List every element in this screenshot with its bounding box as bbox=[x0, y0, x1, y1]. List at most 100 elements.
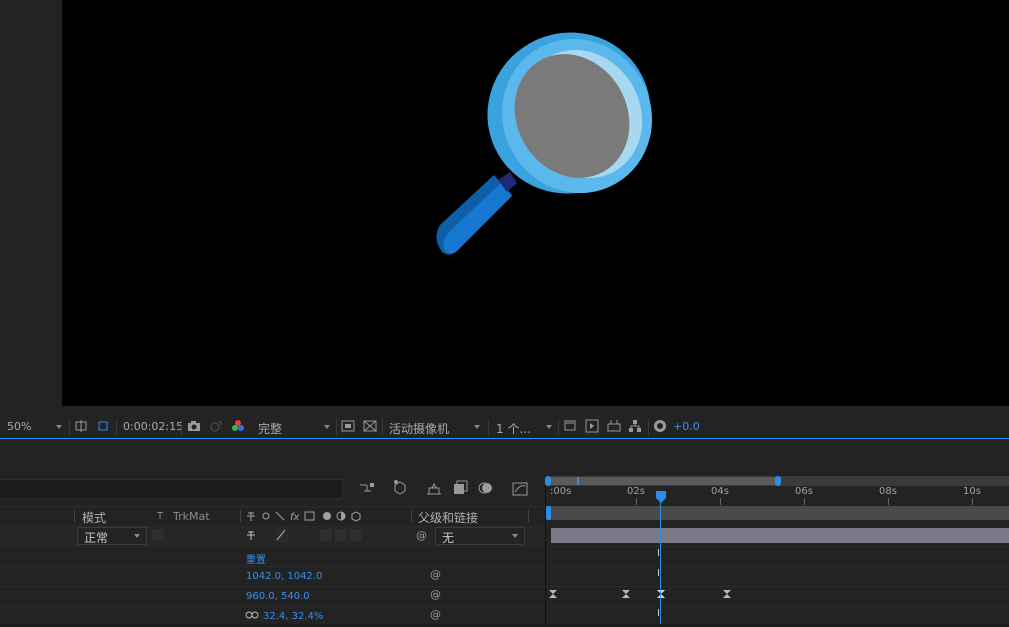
frame-blending-icon[interactable] bbox=[452, 480, 468, 496]
divider bbox=[116, 419, 117, 435]
ruler-tick bbox=[720, 498, 721, 505]
keyframe[interactable] bbox=[621, 589, 631, 599]
zoom-chevron-icon bbox=[56, 425, 62, 429]
time-navigator-range[interactable] bbox=[548, 477, 778, 485]
timeline-icon[interactable] bbox=[585, 419, 599, 433]
parent-value: 无 bbox=[442, 531, 455, 545]
toggle-transparency-grid-icon[interactable] bbox=[363, 419, 377, 433]
navigator-cti-marker bbox=[577, 477, 579, 485]
divider bbox=[546, 606, 1009, 607]
layer-duration-bar[interactable] bbox=[551, 528, 1009, 543]
resolution-chevron-icon bbox=[324, 425, 330, 429]
adjustment-switch[interactable] bbox=[320, 529, 332, 541]
quality-switch[interactable] bbox=[274, 528, 288, 542]
divider bbox=[336, 419, 337, 435]
position-value[interactable]: 960.0, 540.0 bbox=[246, 591, 310, 602]
blend-mode-dropdown[interactable]: 正常 bbox=[77, 527, 147, 545]
current-time-display[interactable]: 0:00:02:15 bbox=[123, 420, 183, 433]
resolution-dropdown[interactable]: 完整 bbox=[258, 420, 282, 437]
divider bbox=[240, 510, 241, 522]
t-column-header[interactable]: T bbox=[157, 511, 163, 522]
reset-exposure-icon[interactable] bbox=[653, 419, 667, 433]
quality-icon bbox=[276, 529, 286, 541]
constrain-proportions-icon[interactable] bbox=[245, 610, 259, 620]
ruler-tick bbox=[888, 498, 889, 505]
transform-group-row bbox=[0, 546, 545, 567]
time-navigator-start-handle[interactable] bbox=[545, 476, 551, 486]
comp-flowchart-icon[interactable] bbox=[607, 419, 621, 433]
fast-previews-icon[interactable] bbox=[341, 419, 355, 433]
ruler-label: 10s bbox=[963, 486, 981, 497]
current-time-indicator-line bbox=[660, 497, 661, 624]
parent-link-column-header[interactable]: 父级和链接 bbox=[418, 509, 478, 526]
divider bbox=[546, 586, 1009, 587]
view-layout-dropdown[interactable]: 1 个... bbox=[496, 420, 531, 437]
chevron-down-icon bbox=[512, 534, 518, 538]
viewer-bottom-bar bbox=[0, 406, 1009, 416]
adjustment-switch[interactable] bbox=[335, 529, 347, 541]
keyframe[interactable] bbox=[656, 589, 666, 599]
snapshot-icon[interactable] bbox=[187, 419, 201, 433]
time-ruler[interactable] bbox=[546, 486, 1009, 506]
threed-switch[interactable] bbox=[350, 529, 362, 541]
show-snapshot-icon[interactable] bbox=[209, 419, 223, 433]
ruler-label: :00s bbox=[550, 486, 572, 497]
preserve-transparency-checkbox[interactable] bbox=[152, 529, 164, 540]
keyframe[interactable] bbox=[722, 589, 732, 599]
viewer-side-gutter bbox=[0, 0, 62, 406]
zoom-dropdown[interactable]: 50% bbox=[7, 420, 31, 433]
composition-mini-flowchart-icon[interactable] bbox=[359, 481, 375, 495]
motion-blur-icon[interactable] bbox=[478, 480, 494, 496]
shy-switch-icon[interactable] bbox=[245, 529, 257, 541]
mode-column-header[interactable]: 模式 bbox=[82, 509, 106, 526]
pixel-aspect-icon[interactable] bbox=[563, 419, 577, 433]
work-area-bar[interactable] bbox=[548, 506, 1009, 520]
flowchart-icon[interactable] bbox=[628, 419, 642, 433]
panel-gap bbox=[0, 439, 1009, 477]
viewer-toolbar: 50% 0:00:02:15 完整 活动摄像机 1 个... +0.0 bbox=[0, 416, 1009, 439]
time-navigator-end-handle[interactable] bbox=[775, 476, 781, 486]
color-channel-icon[interactable] bbox=[231, 419, 245, 433]
hide-shy-layers-icon[interactable] bbox=[425, 480, 443, 496]
draft-3d-icon[interactable] bbox=[391, 479, 409, 495]
scale-value[interactable]: 32.4, 32.4% bbox=[263, 611, 323, 622]
divider bbox=[648, 419, 649, 435]
graph-editor-icon[interactable] bbox=[512, 480, 528, 496]
keyframe[interactable] bbox=[548, 589, 558, 599]
composition-viewer[interactable] bbox=[62, 0, 1009, 406]
magnifier-handle bbox=[436, 172, 517, 255]
divider bbox=[411, 510, 412, 522]
divider bbox=[546, 566, 1009, 567]
pick-whip-icon[interactable]: @ bbox=[430, 608, 441, 621]
anchor-point-value[interactable]: 1042.0, 1042.0 bbox=[246, 571, 322, 582]
current-time-indicator-head[interactable] bbox=[655, 490, 667, 504]
keyframe-navigator-marker: I bbox=[657, 548, 660, 559]
ruler-tick bbox=[636, 498, 637, 505]
transparency-grid-icon[interactable] bbox=[96, 419, 110, 433]
pick-whip-icon[interactable]: @ bbox=[416, 529, 427, 542]
switches-header-icons: fx bbox=[247, 511, 361, 522]
divider bbox=[382, 419, 383, 435]
pick-whip-icon[interactable]: @ bbox=[430, 588, 441, 601]
ruler-label: 04s bbox=[711, 486, 729, 497]
region-of-interest-icon[interactable] bbox=[74, 419, 88, 433]
ruler-tick bbox=[804, 498, 805, 505]
pick-whip-icon[interactable]: @ bbox=[430, 568, 441, 581]
reset-link[interactable]: 重置 bbox=[246, 551, 266, 566]
ruler-label: 06s bbox=[795, 486, 813, 497]
work-area-start-handle[interactable] bbox=[546, 506, 551, 520]
parent-dropdown[interactable]: 无 bbox=[435, 527, 525, 545]
layer-search-input[interactable] bbox=[0, 479, 343, 499]
keyframe-navigator-marker: I bbox=[657, 608, 660, 619]
trkmat-column-header[interactable]: TrkMat bbox=[173, 510, 210, 523]
divider bbox=[546, 546, 1009, 547]
divider bbox=[488, 419, 489, 435]
ruler-label: 02s bbox=[627, 486, 645, 497]
svg-text:fx: fx bbox=[290, 512, 300, 522]
magnifier-graphic bbox=[436, 32, 653, 255]
ruler-label: 08s bbox=[879, 486, 897, 497]
ruler-tick bbox=[972, 498, 973, 505]
exposure-value[interactable]: +0.0 bbox=[673, 420, 700, 433]
camera-dropdown[interactable]: 活动摄像机 bbox=[389, 420, 449, 437]
divider bbox=[74, 510, 75, 522]
